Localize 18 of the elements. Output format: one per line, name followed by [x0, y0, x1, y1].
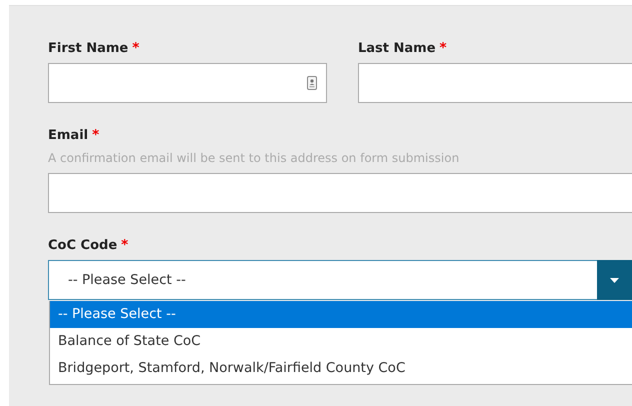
select-value: -- Please Select -- — [67, 270, 187, 290]
dropdown-option[interactable]: Bridgeport, Stamford, Norwalk/Fairfield County CoC — [50, 355, 632, 382]
input-field[interactable] — [48, 173, 632, 213]
field-hint: A confirmation email will be sent to this address on form submission — [48, 150, 460, 166]
field-label: CoC Code — [48, 237, 118, 254]
input-field[interactable] — [358, 63, 632, 103]
required-asterisk: * — [132, 39, 140, 58]
field-label: First Name — [48, 40, 128, 57]
required-asterisk: * — [440, 39, 447, 58]
required-asterisk: * — [121, 236, 128, 255]
field-label: Last Name — [358, 40, 436, 57]
dropdown-option[interactable]: -- Please Select -- — [50, 301, 632, 328]
dropdown-option[interactable]: Balance of State CoC — [50, 328, 632, 355]
contact-card-icon[interactable] — [306, 76, 317, 90]
caret-icon — [610, 278, 619, 282]
field-label: Email — [48, 127, 88, 144]
required-asterisk: * — [92, 126, 100, 145]
input-field[interactable] — [48, 63, 327, 103]
